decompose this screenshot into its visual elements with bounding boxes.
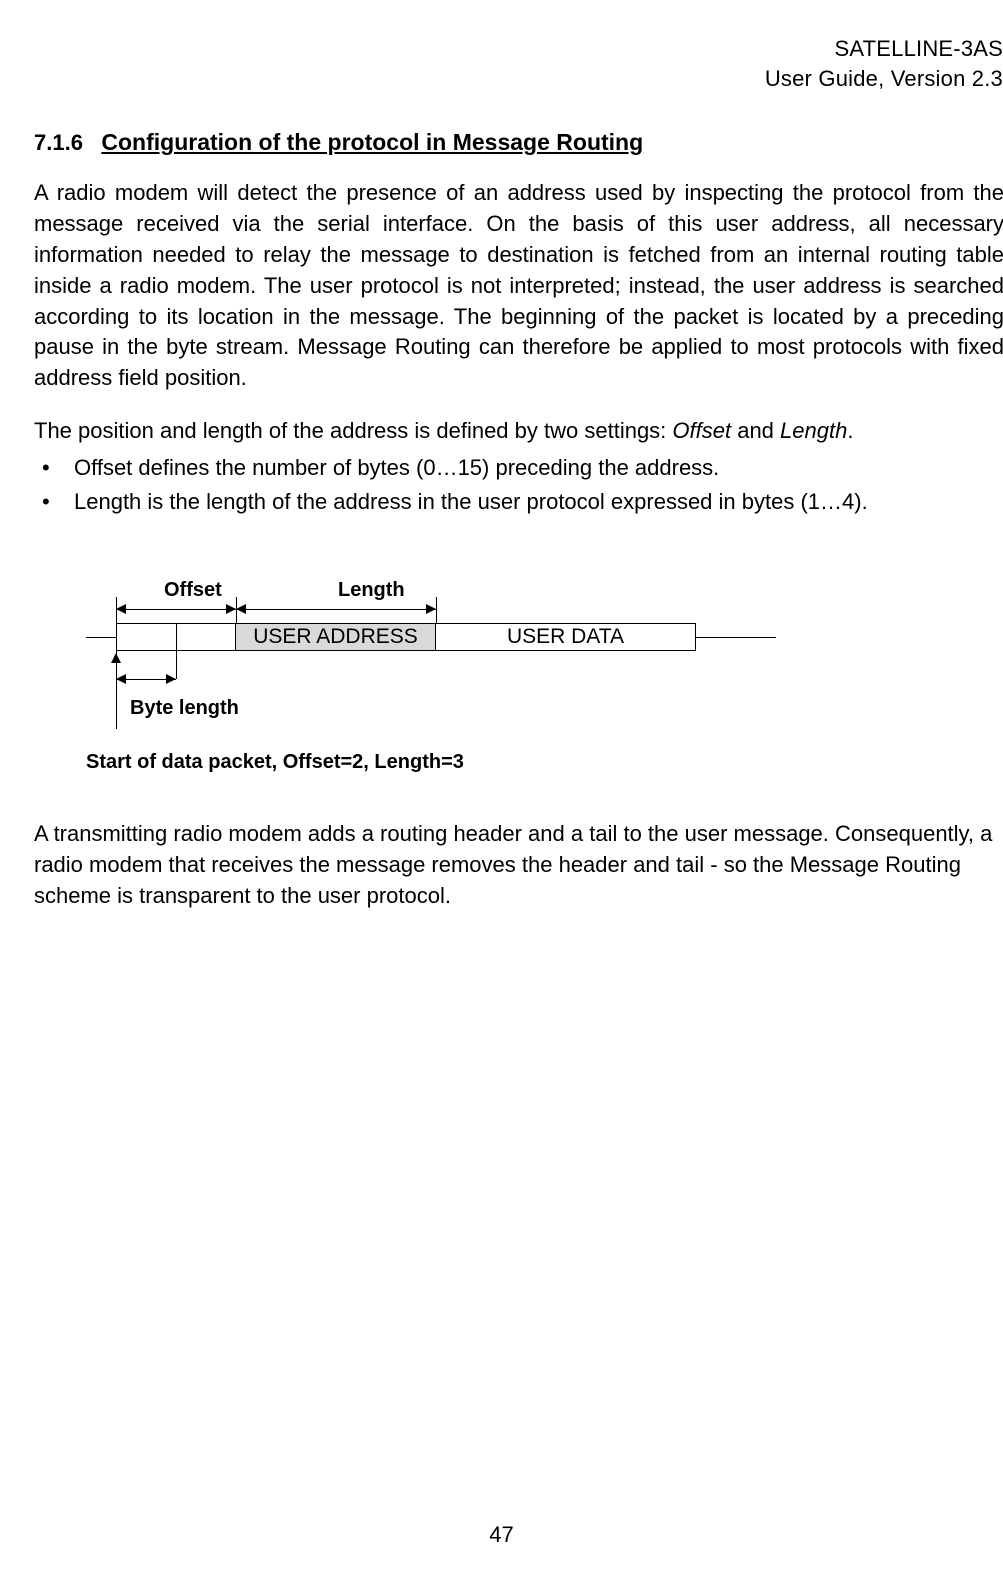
guide-version: User Guide, Version 2.3	[765, 66, 1003, 91]
page-header: SATELLINE-3AS User Guide, Version 2.3	[34, 34, 1003, 93]
list-item: Length is the length of the address in t…	[34, 485, 1003, 519]
paragraph-2: The position and length of the address i…	[34, 416, 1003, 447]
arrow-left-icon	[116, 604, 126, 614]
offset-byte-cell	[176, 623, 236, 651]
product-name: SATELLINE-3AS	[835, 36, 1003, 61]
tick-line	[436, 597, 437, 623]
tick-line	[176, 651, 177, 679]
section-title: Configuration of the protocol in Message…	[101, 129, 643, 155]
paragraph-3: A transmitting radio modem adds a routin…	[34, 819, 1003, 911]
trail-line	[696, 624, 776, 638]
lead-line	[86, 624, 116, 638]
para2-length: Length	[780, 418, 847, 443]
vertical-line	[116, 679, 117, 729]
para2-suffix: .	[847, 418, 853, 443]
diagram-caption: Start of data packet, Offset=2, Length=3	[86, 751, 464, 774]
arrow-right-icon	[426, 604, 436, 614]
arrow-up-icon	[111, 653, 121, 663]
section-heading: 7.1.6 Configuration of the protocol in M…	[34, 129, 1003, 156]
page-number: 47	[0, 1522, 1003, 1548]
packet-diagram: Offset Length USER ADDRESS USER DATA Byt…	[86, 579, 846, 789]
para2-mid: and	[731, 418, 780, 443]
list-item: Offset defines the number of bytes (0…15…	[34, 451, 1003, 485]
para2-offset: Offset	[672, 418, 731, 443]
arrow-left-icon	[116, 674, 126, 684]
offset-label: Offset	[164, 579, 222, 602]
bullet-list: Offset defines the number of bytes (0…15…	[34, 451, 1003, 519]
arrow-right-icon	[226, 604, 236, 614]
length-label: Length	[338, 579, 405, 602]
para2-prefix: The position and length of the address i…	[34, 418, 672, 443]
paragraph-1: A radio modem will detect the presence o…	[34, 178, 1003, 394]
offset-byte-cell	[116, 623, 176, 651]
dimension-line	[236, 609, 436, 610]
user-address-cell: USER ADDRESS	[236, 623, 436, 651]
arrow-left-icon	[236, 604, 246, 614]
user-data-cell: USER DATA	[436, 623, 696, 651]
section-number: 7.1.6	[34, 130, 83, 156]
packet-row: USER ADDRESS USER DATA	[86, 623, 776, 651]
arrow-right-icon	[166, 674, 176, 684]
dimension-line	[116, 609, 236, 610]
byte-length-label: Byte length	[130, 697, 239, 720]
